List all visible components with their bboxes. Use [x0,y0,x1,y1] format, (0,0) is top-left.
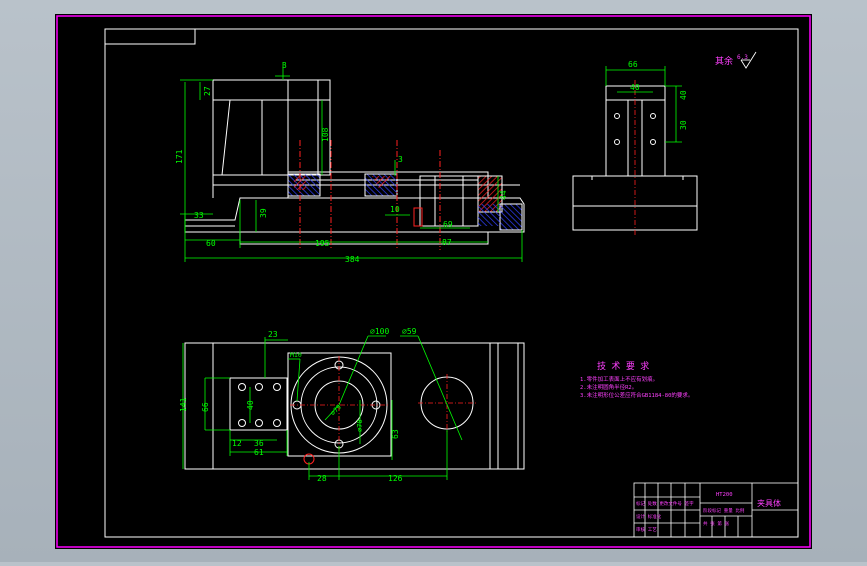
dim-44: 44 [499,190,508,200]
title-block-material: HT200 [716,492,733,498]
dim-36: 36 [254,439,264,448]
tech-req-title: 技 术 要 求 [597,360,649,372]
dim-30: 30 [679,120,688,130]
title-block-name: 夹具体 [757,498,781,508]
title-block-row3: 审核 工艺 [636,526,657,533]
dim-66-side: 66 [628,60,638,69]
dim-12: 12 [232,439,242,448]
dim-171: 171 [175,149,184,164]
dim-40-width: 40 [630,83,640,92]
dim-126: 126 [388,474,403,483]
dim-3-mid: 3 [398,155,403,164]
tech-req-item-2: 2.未注明圆角半径R2。 [580,383,637,391]
dim-40-height: 40 [679,90,688,100]
roughness-label: 其余 [715,55,733,67]
dim-phi-70: ⌀70 [356,419,364,432]
dim-63: 63 [391,429,400,439]
dim-60: 60 [206,239,216,248]
tech-req-item-3: 3.未注明形位公差应符合GB1184-80的要求。 [580,391,693,399]
dim-66-plan: 66 [201,402,210,412]
dim-m10: M10 [290,351,302,359]
title-block-sheet: 共 张 第 张 [703,520,730,527]
title-block-row2: 设计 标准化 [636,513,662,520]
dim-27: 27 [203,86,212,96]
cad-viewport[interactable]: 3 27 171 108 3 33 39 10 69 44 60 195 87 … [0,0,867,562]
dim-108: 108 [321,127,330,142]
drawing-canvas: 3 27 171 108 3 33 39 10 69 44 60 195 87 … [55,14,812,549]
dim-10: 10 [390,205,400,214]
dim-39: 39 [259,208,268,218]
title-block-row1: 标记 处数 更改文件号 签字 [636,500,694,507]
dim-61: 61 [254,448,264,457]
dim-40-plan: 40 [246,400,255,410]
dim-384: 384 [345,255,360,264]
dim-23: 23 [268,330,278,339]
dim-87: 87 [442,238,452,247]
dim-69: 69 [443,220,453,229]
dim-33: 33 [194,211,204,220]
dim-28: 28 [317,474,327,483]
dim-195: 195 [315,239,330,248]
dim-dia-59: ⌀59 [402,327,417,336]
tech-req-item-1: 1.零件加工表面上不应有划痕。 [580,375,658,383]
dim-3-top: 3 [282,61,287,70]
dim-141: 141 [179,397,188,412]
title-block-stage: 阶段标记 重量 比例 [703,507,745,514]
dim-dia-100: ⌀100 [370,327,389,336]
